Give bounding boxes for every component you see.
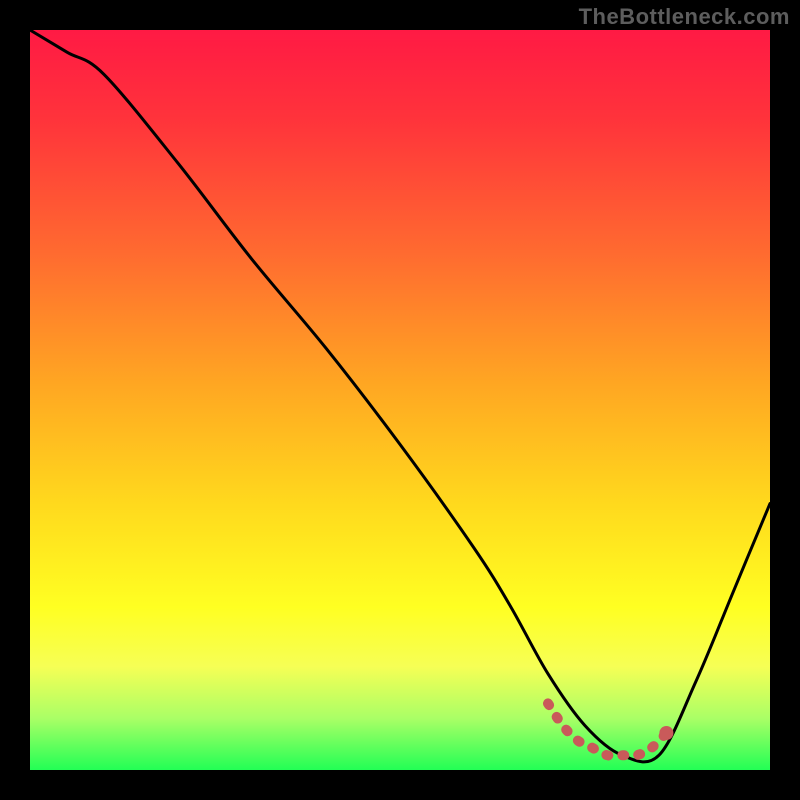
main-curve <box>30 30 770 762</box>
highlight-end-dot <box>659 726 673 740</box>
chart-container: TheBottleneck.com <box>0 0 800 800</box>
watermark-text: TheBottleneck.com <box>579 4 790 30</box>
plot-area <box>30 30 770 770</box>
curve-layer <box>30 30 770 770</box>
